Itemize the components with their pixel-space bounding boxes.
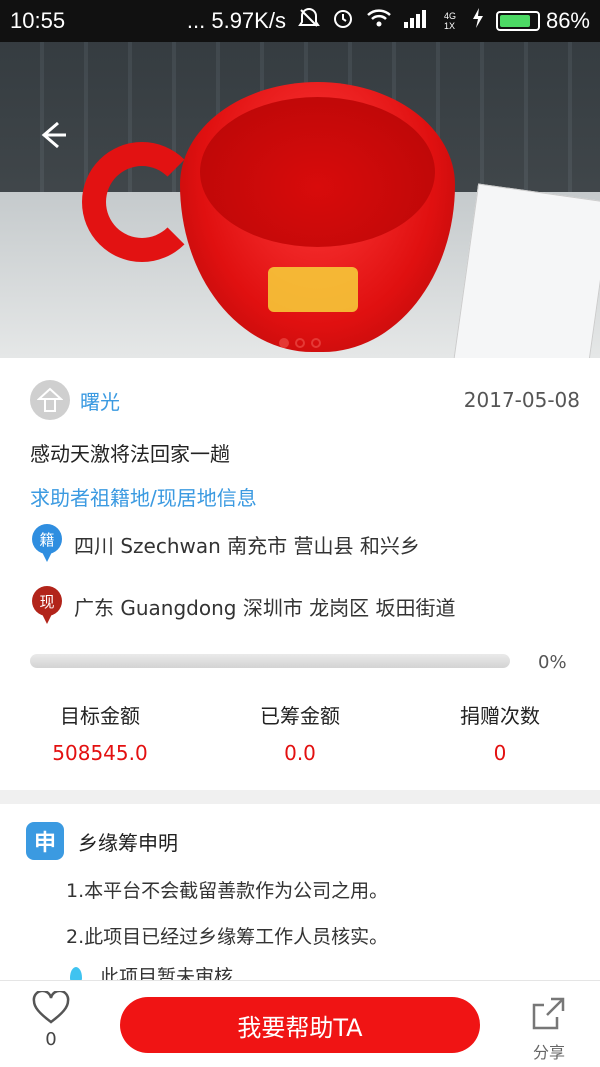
map-pin-icon: 现	[30, 586, 64, 626]
stat-value: 0.0	[284, 741, 316, 765]
wifi-icon	[366, 7, 392, 35]
carousel-dot[interactable]	[295, 338, 305, 348]
project-title: 感动天激将法回家一趟	[30, 442, 230, 466]
stat-value: 508545.0	[52, 741, 148, 765]
photo-paper	[453, 183, 600, 358]
battery-level	[499, 15, 531, 27]
statement-line-3-text: 此项目暂未审核	[100, 966, 234, 980]
share-label: 分享	[532, 1043, 565, 1062]
stat-label: 捐赠次数	[460, 704, 540, 728]
stat-target: 目标金额 508545.0	[0, 700, 200, 765]
mute-icon	[298, 7, 320, 35]
funding-stats: 目标金额 508545.0 已筹金额 0.0 捐赠次数 0	[0, 700, 600, 765]
status-time: 10:55	[10, 8, 66, 33]
battery-percent: 86%	[545, 8, 590, 33]
statement-line-1: 1.本平台不会截留善款作为公司之用。	[66, 880, 389, 902]
stat-value: 0	[493, 741, 507, 765]
platform-statement: 申 乡缘筹申明 1.本平台不会截留善款作为公司之用。 2.此项目已经过乡缘筹工作…	[0, 804, 600, 980]
status-icons: ... 5.97K/s 4G 1X 86%	[187, 7, 590, 35]
carousel-dot[interactable]	[279, 338, 289, 348]
map-pin-icon: 籍	[30, 524, 64, 564]
battery: 86%	[495, 8, 590, 34]
carousel-dots	[0, 338, 600, 348]
like-count: 0	[45, 1029, 57, 1050]
heart-icon	[31, 989, 71, 1029]
charging-icon	[472, 8, 484, 34]
funding-progress-bar	[30, 654, 510, 668]
carousel-dot[interactable]	[311, 338, 321, 348]
bottom-action-bar: 0 我要帮助TA 分享	[0, 980, 600, 1067]
help-button[interactable]: 我要帮助TA	[120, 997, 480, 1053]
stat-label: 目标金额	[60, 704, 140, 728]
origin-location-row: 籍 四川 Szechwan 南充市 营山县 和兴乡	[30, 524, 580, 564]
author-name[interactable]: 曙光	[80, 386, 120, 415]
stat-donations: 捐赠次数 0	[400, 700, 600, 765]
network-speed: ... 5.97K/s	[186, 8, 286, 33]
funding-progress-percent: 0%	[538, 652, 567, 673]
origin-location: 四川 Szechwan 南充市 营山县 和兴乡	[74, 533, 420, 558]
statement-badge: 申	[26, 822, 64, 860]
battery-icon	[495, 11, 540, 31]
like-button[interactable]: 0	[28, 989, 74, 1050]
section-divider	[0, 790, 600, 804]
author-row: 曙光 2017-05-08	[30, 380, 580, 420]
cell-signal-icon	[403, 8, 432, 34]
project-date: 2017-05-08	[463, 388, 580, 412]
info-drop-icon	[70, 966, 82, 980]
share-button[interactable]: 分享	[526, 995, 572, 1063]
project-info: 曙光 2017-05-08 感动天激将法回家一趟 求助者祖籍地/现居地信息 籍 …	[0, 358, 600, 790]
stat-raised: 已筹金额 0.0	[200, 700, 400, 765]
project-image-carousel[interactable]	[0, 42, 600, 358]
network-type-label: 4G 1X	[443, 11, 456, 31]
status-bar: 10:55 ... 5.97K/s 4G 1X 86%	[0, 0, 600, 42]
statement-title: 乡缘筹申明	[78, 830, 178, 855]
back-arrow-icon[interactable]	[38, 114, 68, 160]
photo-cup-logo	[268, 267, 358, 312]
avatar[interactable]	[30, 380, 70, 420]
stat-label: 已筹金额	[260, 704, 340, 728]
current-location-row: 现 广东 Guangdong 深圳市 龙岗区 坂田街道	[30, 586, 580, 626]
current-location: 广东 Guangdong 深圳市 龙岗区 坂田街道	[74, 595, 456, 620]
statement-line-2: 2.此项目已经过乡缘筹工作人员核实。	[66, 926, 389, 948]
location-section-heading: 求助者祖籍地/现居地信息	[30, 486, 257, 510]
photo-cup-inner	[200, 97, 435, 247]
share-icon	[529, 997, 569, 1035]
statement-header: 申 乡缘筹申明	[26, 822, 178, 860]
statement-line-3: 此项目暂未审核	[70, 962, 233, 980]
alarm-icon	[332, 7, 354, 35]
